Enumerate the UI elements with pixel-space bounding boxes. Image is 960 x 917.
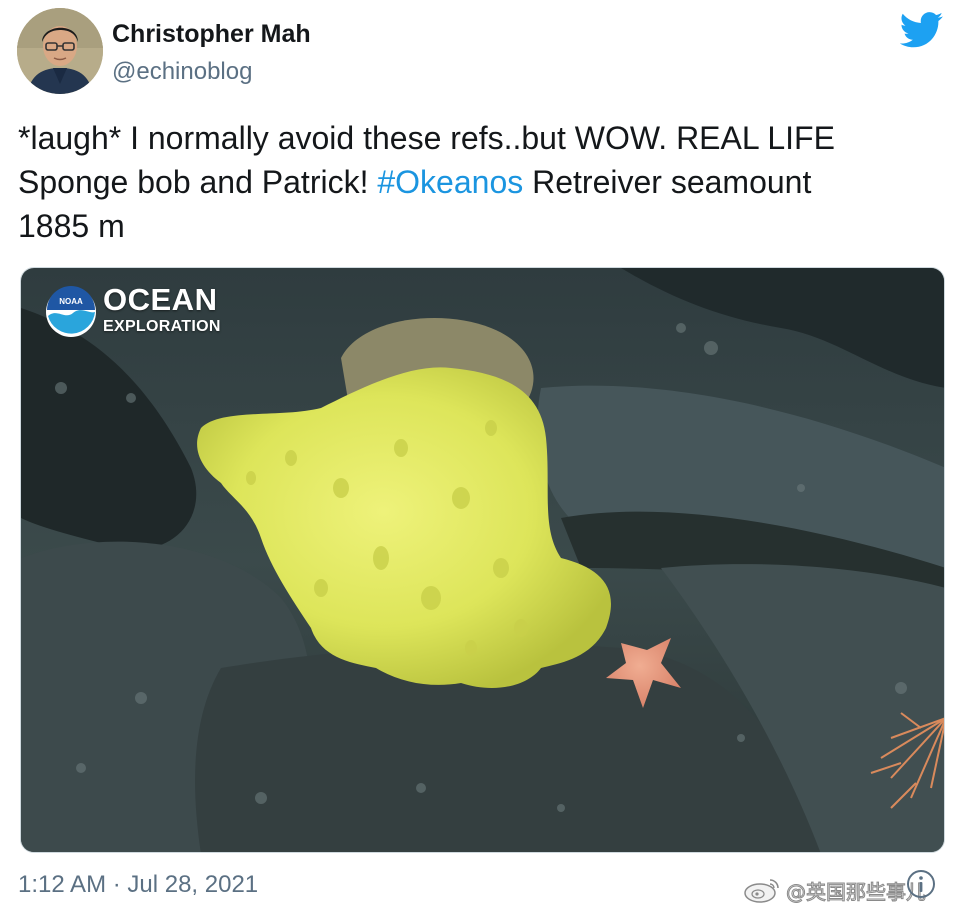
ocean-logo-title: OCEAN [103, 282, 218, 317]
noaa-badge-icon: NOAA [46, 286, 96, 337]
weibo-icon [744, 879, 779, 903]
author-name[interactable]: Christopher Mah [112, 20, 311, 49]
user-avatar-icon [17, 8, 103, 94]
tweet-timestamp[interactable]: 1:12 AM · Jul 28, 2021 [18, 871, 258, 899]
tweet-media-photo[interactable]: NOAA OCEAN EXPLORATION [20, 267, 945, 853]
author-handle[interactable]: @echinoblog [112, 58, 252, 86]
tweet-text-segment: *laugh* I normally avoid these refs..but… [18, 120, 835, 156]
author-avatar[interactable] [17, 8, 103, 94]
tweet-text-segment: Sponge bob and Patrick! [18, 164, 378, 200]
svg-text:NOAA: NOAA [59, 297, 83, 306]
ocean-logo-subtitle: EXPLORATION [103, 318, 221, 335]
tweet-card: Christopher Mah @echinoblog *laugh* I no… [0, 0, 960, 917]
info-icon[interactable] [905, 868, 937, 900]
tweet-text-line-2: Sponge bob and Patrick! #Okeanos Retreiv… [18, 160, 938, 204]
tweet-text-line-3: 1885 m [18, 204, 938, 248]
tweet-text-line-1: *laugh* I normally avoid these refs..but… [18, 116, 938, 160]
ocean-exploration-logo: NOAA OCEAN EXPLORATION [45, 282, 265, 342]
hashtag-link[interactable]: #Okeanos [377, 164, 523, 200]
tweet-text-segment: Retreiver seamount [523, 164, 812, 200]
tweet-text: *laugh* I normally avoid these refs..but… [18, 116, 938, 248]
seafloor-photo [21, 268, 944, 852]
twitter-bird-icon[interactable] [899, 12, 944, 48]
tweet-text-segment: 1885 m [18, 208, 125, 244]
